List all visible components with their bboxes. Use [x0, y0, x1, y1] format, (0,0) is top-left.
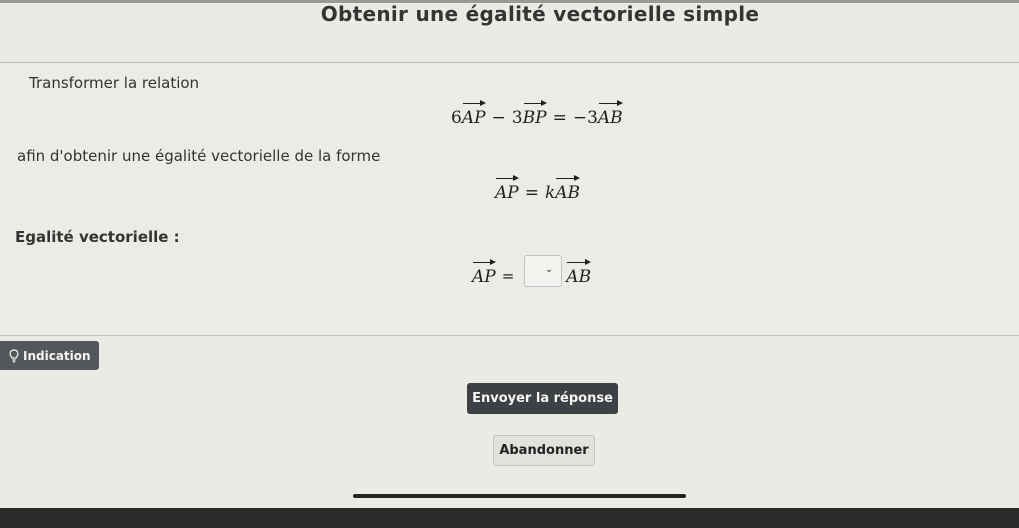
vector-bp: BP — [523, 99, 547, 128]
answer-equation: AP = ⌄ AB — [472, 255, 591, 287]
submit-button[interactable]: Envoyer la réponse — [467, 383, 618, 414]
home-indicator-bar — [353, 494, 686, 498]
submit-label: Envoyer la réponse — [472, 391, 613, 406]
vector-ab: AB — [598, 99, 623, 128]
instruction-text: Transformer la relation — [29, 74, 200, 92]
vector-ap: AP — [472, 258, 496, 287]
hint-button[interactable]: Indication — [0, 341, 99, 370]
abandon-button[interactable]: Abandonner — [493, 435, 595, 466]
given-relation: 6 AP − 3 BP = − 3 AB — [451, 99, 623, 128]
equals-sign: = — [552, 108, 567, 128]
vector-ab: AB — [555, 174, 580, 203]
vector-ap: AP — [495, 174, 519, 203]
abandon-label: Abandonner — [499, 443, 589, 458]
vector-ab: AB — [566, 258, 591, 287]
relation-coef-2: 3 — [511, 108, 523, 128]
equals-sign: = — [524, 183, 539, 203]
hint-label: Indication — [23, 348, 91, 363]
relation-coef-1: 6 — [451, 108, 462, 128]
answer-label: Egalité vectorielle : — [15, 228, 180, 246]
chevron-down-icon: ⌄ — [544, 264, 554, 275]
screen-bezel — [0, 508, 1019, 528]
lightbulb-icon — [9, 348, 19, 362]
equals-sign: = — [501, 267, 515, 285]
minus-sign: − — [491, 108, 506, 128]
target-form-text: afin d'obtenir une égalité vectorielle d… — [17, 147, 381, 165]
vector-ap: AP — [462, 99, 486, 128]
relation-coef-3: 3 — [587, 108, 598, 128]
target-form-equation: AP = k AB — [495, 174, 580, 203]
rhs-sign: − — [572, 108, 588, 128]
page-title: Obtenir une égalité vectorielle simple — [320, 2, 760, 26]
k-variable: k — [544, 183, 556, 203]
coefficient-select[interactable]: ⌄ — [524, 255, 563, 287]
